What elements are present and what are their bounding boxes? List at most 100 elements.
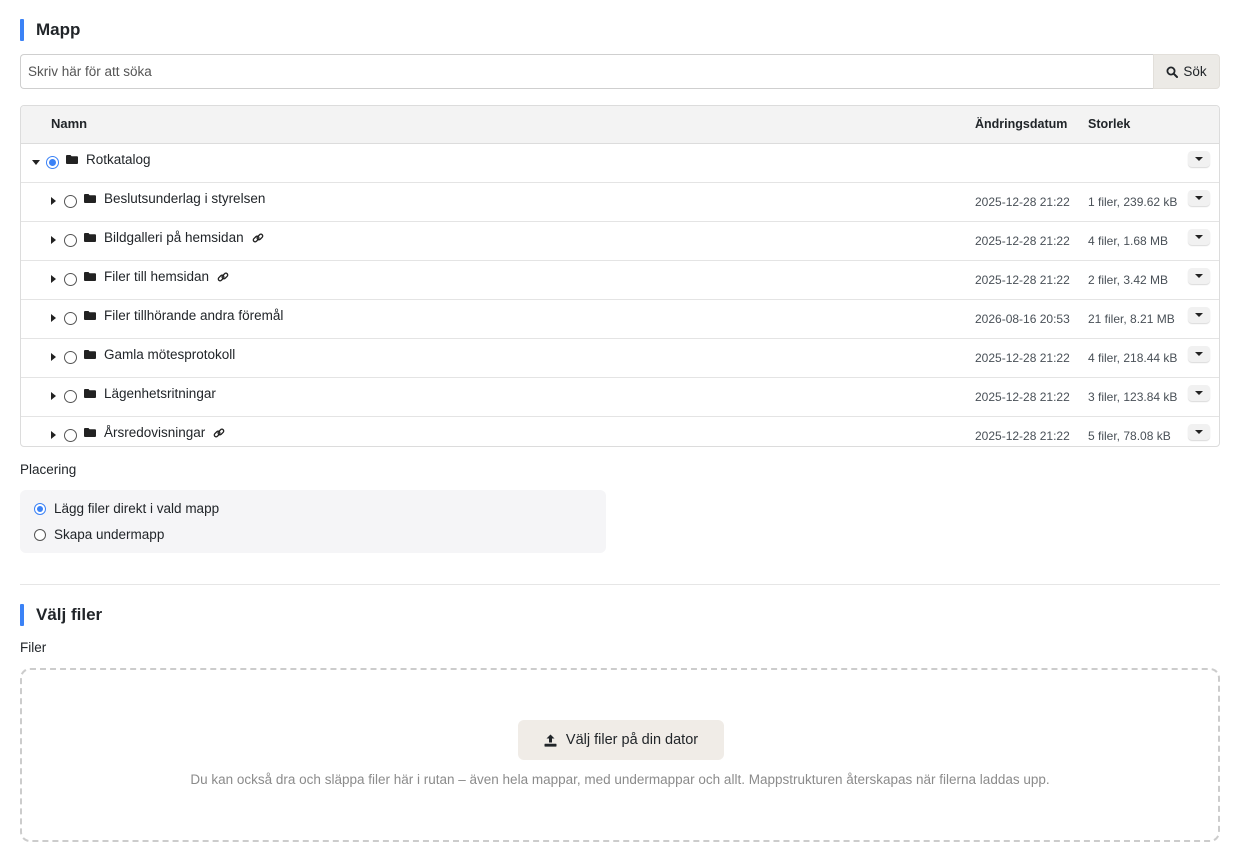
section-accent-bar xyxy=(20,604,24,626)
folder-size: 2 filer, 3.42 MB xyxy=(1088,273,1169,287)
folder-radio[interactable] xyxy=(64,351,77,364)
folder-name: Gamla mötesprotokoll xyxy=(104,347,236,362)
expand-caret-icon[interactable] xyxy=(51,353,56,361)
folder-radio[interactable] xyxy=(64,429,77,442)
folder-name: Lägenhetsritningar xyxy=(104,386,216,401)
folder-name-wrap: Gamla mötesprotokoll xyxy=(104,347,235,362)
folder-icon xyxy=(84,233,96,242)
folder-size: 21 filer, 8.21 MB xyxy=(1088,312,1175,326)
folder-radio[interactable] xyxy=(64,312,77,325)
folder-name-wrap: Årsredovisningar xyxy=(104,425,225,440)
placement-radio-subfolder[interactable] xyxy=(34,528,46,541)
tree-row-root[interactable]: Rotkatalog xyxy=(21,144,1219,183)
choose-files-button[interactable]: Välj filer på din dator xyxy=(518,720,724,760)
drop-hint: Du kan också dra och släppa filer här i … xyxy=(190,772,1050,787)
folder-size: 5 filer, 78.08 kB xyxy=(1088,429,1171,443)
folder-tree: Namn Ändringsdatum Storlek Rotkatalog Be… xyxy=(20,105,1220,447)
search-button-label: Sök xyxy=(1183,64,1207,79)
tree-row[interactable]: Filer till hemsidan 2025-12-28 21:22 2 fil… xyxy=(21,261,1219,300)
expand-caret-icon[interactable] xyxy=(51,236,56,244)
placement-option-subfolder-label: Skapa undermapp xyxy=(54,527,165,542)
tree-row[interactable]: Gamla mötesprotokoll 2025-12-28 21:22 4 fi… xyxy=(21,339,1219,378)
row-menu-button[interactable] xyxy=(1188,307,1210,323)
tree-row[interactable]: Bildgalleri på hemsidan 2025-12-28 21:22 4… xyxy=(21,222,1219,261)
folder-name: Filer till hemsidan xyxy=(104,269,210,284)
placement-option-subfolder[interactable]: Skapa undermapp xyxy=(34,527,164,542)
folder-name-wrap: Lägenhetsritningar xyxy=(104,386,216,401)
search-input[interactable] xyxy=(20,54,1153,89)
folder-name-wrap: Filer till hemsidan xyxy=(104,269,229,284)
folder-name: Årsredovisningar xyxy=(104,425,206,440)
root-name: Rotkatalog xyxy=(86,152,151,167)
folder-icon xyxy=(84,428,96,437)
column-header-size: Storlek xyxy=(1088,117,1131,131)
row-menu-button[interactable] xyxy=(1188,424,1210,440)
folder-radio[interactable] xyxy=(64,195,77,208)
tree-items: Beslutsunderlag i styrelsen 2025-12-28 21… xyxy=(21,183,1219,446)
files-field-label: Filer xyxy=(20,640,47,655)
section-divider xyxy=(20,584,1220,585)
choose-files-label: Välj filer på din dator xyxy=(565,732,699,748)
search-bar: Sök xyxy=(20,54,1220,89)
column-header-modified: Ändringsdatum xyxy=(975,117,1068,131)
tree-row[interactable]: Årsredovisningar 2025-12-28 21:22 5 filer,… xyxy=(21,417,1219,446)
tree-row[interactable]: Beslutsunderlag i styrelsen 2025-12-28 21… xyxy=(21,183,1219,222)
tree-row[interactable]: Lägenhetsritningar 2025-12-28 21:22 3 file… xyxy=(21,378,1219,417)
placement-option-direct[interactable]: Lägg filer direkt i vald mapp xyxy=(34,501,219,516)
folder-icon xyxy=(66,155,78,164)
expand-caret-icon[interactable] xyxy=(51,431,56,439)
section-accent-bar xyxy=(20,19,24,41)
expand-caret-icon[interactable] xyxy=(51,314,56,322)
search-button[interactable]: Sök xyxy=(1153,54,1220,89)
files-section-title: Välj filer xyxy=(36,605,103,624)
tree-row[interactable]: Filer tillhörande andra föremål 2026-08-1… xyxy=(21,300,1219,339)
row-menu-button[interactable] xyxy=(1188,268,1210,284)
row-menu-button[interactable] xyxy=(1188,190,1210,206)
row-menu-button[interactable] xyxy=(1188,385,1210,401)
folder-name-wrap: Filer tillhörande andra föremål xyxy=(104,308,283,323)
folder-modified: 2025-12-28 21:22 xyxy=(975,195,1070,209)
placement-options: Lägg filer direkt i vald mapp Skapa unde… xyxy=(20,490,606,553)
folder-icon xyxy=(84,272,96,281)
placement-option-direct-label: Lägg filer direkt i vald mapp xyxy=(54,501,220,516)
row-menu-button[interactable] xyxy=(1188,151,1210,167)
upload-icon xyxy=(544,734,557,747)
file-drop-zone[interactable]: Välj filer på din dator Du kan också dra… xyxy=(20,668,1220,842)
folder-size: 4 filer, 1.68 MB xyxy=(1088,234,1169,248)
folder-name: Bildgalleri på hemsidan xyxy=(104,230,244,245)
expand-caret-icon[interactable] xyxy=(51,197,56,205)
folder-section-title: Mapp xyxy=(36,20,81,39)
link-icon xyxy=(213,428,225,437)
link-icon xyxy=(217,272,229,281)
folder-radio[interactable] xyxy=(64,234,77,247)
row-menu-button[interactable] xyxy=(1188,346,1210,362)
folder-icon xyxy=(84,350,96,359)
folder-name-wrap: Beslutsunderlag i styrelsen xyxy=(104,191,265,206)
folder-size: 1 filer, 239.62 kB xyxy=(1088,195,1178,209)
folder-modified: 2025-12-28 21:22 xyxy=(975,390,1070,404)
expand-caret-icon[interactable] xyxy=(51,392,56,400)
placement-radio-direct[interactable] xyxy=(34,502,46,515)
expand-caret-icon[interactable] xyxy=(51,275,56,283)
folder-size: 3 filer, 123.84 kB xyxy=(1088,390,1178,404)
root-radio[interactable] xyxy=(46,156,59,169)
folder-modified: 2025-12-28 21:22 xyxy=(975,351,1070,365)
folder-icon xyxy=(84,194,96,203)
files-section-header: Välj filer xyxy=(20,604,102,626)
folder-radio[interactable] xyxy=(64,390,77,403)
folder-modified: 2025-12-28 21:22 xyxy=(975,273,1070,287)
folder-radio[interactable] xyxy=(64,273,77,286)
folder-section-header: Mapp xyxy=(20,19,80,41)
folder-modified: 2026-08-16 20:53 xyxy=(975,312,1070,326)
placement-label: Placering xyxy=(20,462,77,477)
column-header-name: Namn xyxy=(51,116,88,131)
folder-modified: 2025-12-28 21:22 xyxy=(975,429,1070,443)
row-menu-button[interactable] xyxy=(1188,229,1210,245)
tree-header: Namn Ändringsdatum Storlek xyxy=(21,106,1219,144)
collapse-caret-icon[interactable] xyxy=(32,160,40,165)
search-icon xyxy=(1166,66,1179,78)
folder-name-wrap: Bildgalleri på hemsidan xyxy=(104,230,264,245)
link-icon xyxy=(252,233,263,242)
folder-icon xyxy=(84,389,96,398)
folder-name: Filer tillhörande andra föremål xyxy=(104,308,284,323)
